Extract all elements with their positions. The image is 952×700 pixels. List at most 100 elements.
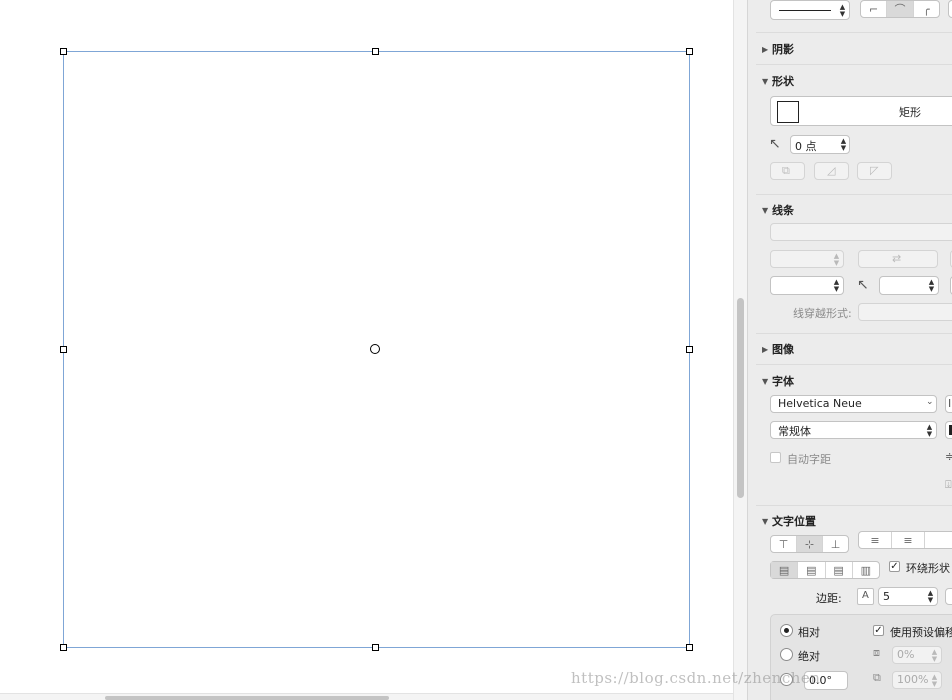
shape-action-button-3[interactable]: ◸	[857, 162, 892, 180]
section-title: 阴影	[772, 43, 794, 56]
stepper-icon[interactable]: ▲ ▼	[929, 674, 940, 688]
section-title: 图像	[772, 343, 794, 356]
absolute-radio[interactable]	[780, 648, 793, 661]
justify-center-icon[interactable]: ▤	[798, 562, 826, 578]
text-box-icon: A	[862, 590, 869, 601]
shape-type-label: 矩形	[899, 106, 921, 119]
resize-handle-bottom-left[interactable]	[60, 644, 67, 651]
square-corner-icon[interactable]: ⌐	[861, 1, 888, 17]
shape-action-button-2[interactable]: ◿	[814, 162, 849, 180]
relative-radio[interactable]	[780, 624, 793, 637]
text-justify-segmented[interactable]: ▤ ▤ ▤ ▥	[770, 561, 880, 579]
shape-action-button-1[interactable]: ⧉	[770, 162, 805, 180]
align-left-icon[interactable]: ≡	[859, 532, 892, 548]
section-header-font[interactable]: ▼ 字体	[762, 373, 794, 389]
section-title: 形状	[772, 75, 794, 88]
edit-points-icon: ◿	[827, 164, 836, 177]
inspector-panel: ▲ ▼ ⌐ ⌒ ╭ ▶ 阴影 ▼ 形状 矩形 ↖ 0 点 ▲ ▼ ⧉ ◿ ◸ ▼ 线条 ▲…	[747, 0, 952, 700]
line-cross-select[interactable]	[858, 303, 952, 321]
text-color-button[interactable]: I	[945, 395, 952, 413]
line-cross-label: 线穿越形式:	[793, 307, 852, 320]
margin-extra-button[interactable]	[945, 588, 952, 605]
offset-scale-value: 100%	[897, 673, 929, 686]
stepper-icon[interactable]: ▲ ▼	[929, 649, 940, 663]
offset-scale-field[interactable]: 100% ▲ ▼	[892, 671, 942, 689]
align-top-icon[interactable]: ⊤	[771, 536, 797, 552]
resize-handle-top[interactable]	[372, 48, 379, 55]
font-family-select[interactable]: Helvetica Neue ⌄	[770, 395, 937, 413]
disclosure-down-icon: ▼	[762, 77, 769, 86]
disclosure-down-icon: ▼	[762, 517, 769, 526]
section-header-shadow[interactable]: ▶ 阴影	[762, 41, 794, 57]
corner-style-segmented[interactable]: ⌐ ⌒ ╭	[860, 0, 940, 18]
auto-kerning-checkbox[interactable]	[770, 452, 781, 463]
drawing-canvas[interactable]	[0, 0, 733, 700]
text-cursor-icon: I	[948, 397, 952, 410]
horizontal-align-segmented[interactable]: ≡ ≡	[858, 531, 952, 549]
curve-corner-icon[interactable]: ╭	[914, 1, 939, 17]
align-right-icon[interactable]	[925, 532, 952, 548]
vertical-align-segmented[interactable]: ⊤ ⊹ ⊥	[770, 535, 849, 553]
watermark-text: https://blog.csdn.net/zhenchen	[571, 669, 821, 687]
stroke-swap-button[interactable]: ⇄	[858, 250, 938, 268]
section-header-shape[interactable]: ▼ 形状	[762, 73, 794, 89]
section-title: 字体	[772, 375, 794, 388]
relative-label: 相对	[798, 626, 820, 639]
disclosure-right-icon: ▶	[762, 45, 769, 54]
stepper-icon[interactable]: ▲ ▼	[838, 138, 849, 152]
offset-x-field[interactable]: 0% ▲ ▼	[892, 646, 942, 664]
justify-left-icon[interactable]: ▤	[771, 562, 799, 578]
line-style-select[interactable]: ▲ ▼	[770, 0, 850, 20]
stepper-icon[interactable]: ▲ ▼	[831, 279, 842, 293]
align-bottom-icon[interactable]: ⊥	[823, 536, 848, 552]
line-option-button[interactable]	[948, 0, 952, 18]
font-style-select[interactable]: 常规体 ▲ ▼	[770, 421, 937, 439]
wrap-shape-checkbox[interactable]: ✓	[889, 561, 900, 572]
chevron-down-icon: ⌄	[926, 397, 934, 407]
resize-handle-right[interactable]	[686, 346, 693, 353]
stepper-icon[interactable]: ▲ ▼	[926, 279, 937, 293]
round-corner-icon[interactable]: ⌒	[887, 1, 914, 17]
margin-label: 边距:	[816, 592, 842, 605]
stepper-icon[interactable]: ▲ ▼	[925, 590, 936, 604]
stroke-width-field[interactable]: ▲ ▼	[770, 276, 844, 295]
margin-field[interactable]: 5 ▲ ▼	[878, 587, 938, 606]
resize-handle-top-left[interactable]	[60, 48, 67, 55]
use-preset-checkbox[interactable]: ✓	[873, 625, 884, 636]
font-size-button[interactable]	[945, 421, 952, 439]
align-center-icon[interactable]: ≡	[892, 532, 925, 548]
divider	[756, 194, 952, 195]
resize-handle-bottom-right[interactable]	[686, 644, 693, 651]
absolute-label: 绝对	[798, 650, 820, 663]
vertical-scrollbar[interactable]	[733, 0, 747, 700]
resize-handle-top-right[interactable]	[686, 48, 693, 55]
vertical-scroll-thumb[interactable]	[737, 298, 744, 498]
horizontal-scrollbar[interactable]	[0, 693, 733, 700]
justify-full-icon[interactable]: ▥	[853, 562, 879, 578]
strikethrough-icon[interactable]: ≑	[945, 450, 952, 463]
section-header-image[interactable]: ▶ 图像	[762, 341, 794, 357]
line-style-preview	[779, 10, 831, 11]
horizontal-scroll-thumb[interactable]	[105, 696, 389, 700]
offset-x-value: 0%	[897, 648, 915, 661]
stroke-color-field[interactable]	[770, 223, 952, 241]
disclosure-down-icon: ▼	[762, 206, 769, 215]
divider	[756, 64, 952, 65]
resize-handle-left[interactable]	[60, 346, 67, 353]
align-middle-icon[interactable]: ⊹	[797, 536, 823, 552]
justify-right-icon[interactable]: ▤	[826, 562, 853, 578]
baseline-icon[interactable]: ⍗	[945, 478, 952, 492]
auto-kerning-label: 自动字距	[787, 453, 831, 466]
center-handle[interactable]	[370, 344, 380, 354]
shape-type-select[interactable]: 矩形	[770, 96, 952, 126]
corner-radius-value: 0 点	[795, 140, 817, 153]
font-family-value: Helvetica Neue	[778, 397, 862, 410]
resize-handle-bottom[interactable]	[372, 644, 379, 651]
stroke-corner-field[interactable]: ▲ ▼	[879, 276, 939, 295]
stroke-start-select[interactable]: ▲ ▼	[770, 250, 844, 268]
section-header-text-position[interactable]: ▼ 文字位置	[762, 513, 816, 529]
section-header-stroke[interactable]: ▼ 线条	[762, 202, 794, 218]
divider	[756, 505, 952, 506]
corner-radius-field[interactable]: 0 点 ▲ ▼	[790, 135, 850, 154]
offset-subpanel: 相对 ✓ 使用预设偏移 绝对 ⧈ 0% ▲ ▼ 0.0° ⧉ 100% ▲ ▼	[770, 614, 952, 700]
